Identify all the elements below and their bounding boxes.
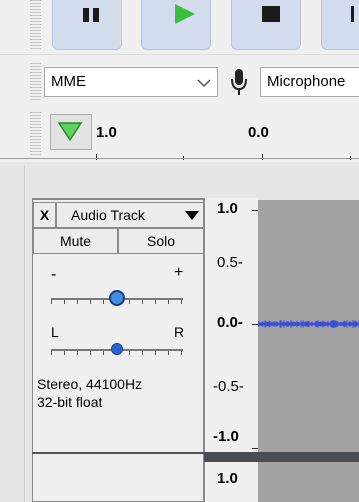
pan-slider[interactable] (51, 342, 183, 358)
chevron-down-icon (197, 79, 211, 88)
stop-button[interactable] (231, 0, 301, 50)
transport-toolbar (0, 0, 359, 54)
play-head-triangle-icon (57, 122, 83, 141)
vertical-amplitude-ruler-ch2[interactable]: 1.0 (204, 462, 258, 502)
play-button[interactable] (141, 0, 211, 50)
pan-left-label: L (51, 324, 59, 340)
solo-label: Solo (146, 233, 176, 249)
timeline-ruler[interactable]: 1.0 0.0 (0, 106, 359, 162)
mute-label: Mute (59, 233, 92, 249)
gain-plus-label: + (174, 264, 184, 281)
track-separator (32, 452, 204, 454)
waveform-display[interactable] (257, 200, 359, 452)
track-bit-depth-info: 32-bit float (37, 394, 103, 410)
gain-slider-thumb[interactable] (109, 290, 125, 306)
recording-device-select[interactable]: Microphone (260, 67, 359, 97)
track-format-info: Stereo, 44100Hz (37, 376, 143, 392)
microphone-icon (231, 69, 247, 95)
play-icon (175, 4, 195, 24)
track-name-menu[interactable]: Audio Track (56, 202, 204, 228)
close-track-label: X (39, 207, 50, 223)
recording-device-value: Microphone (267, 73, 346, 90)
ruler-divider (0, 158, 359, 159)
vruler-label-zero: 0.0- (217, 314, 243, 331)
toolbar-grip (30, 112, 41, 156)
audio-host-value: MME (51, 73, 86, 90)
close-track-button[interactable]: X (33, 202, 56, 228)
mute-button[interactable]: Mute (33, 228, 118, 254)
vruler-label-half: 0.5- (217, 254, 243, 271)
solo-button[interactable]: Solo (118, 228, 204, 254)
vruler-label-neg-half: -0.5- (213, 378, 244, 395)
pan-slider-thumb[interactable] (111, 343, 123, 355)
vruler-label-top: 1.0 (217, 200, 238, 217)
caret-down-icon (185, 211, 199, 220)
ruler-tick (96, 154, 97, 160)
vruler-label-bottom: -1.0 (213, 428, 239, 445)
pan-right-label: R (174, 324, 185, 340)
toolbar-grip[interactable] (30, 0, 41, 50)
track-name: Audio Track (71, 207, 145, 223)
toolbar-grip[interactable] (30, 63, 41, 101)
pause-icon (83, 8, 99, 22)
waveform (257, 320, 359, 328)
audio-host-select[interactable]: MME (44, 67, 218, 97)
device-toolbar: MME Microphone (0, 54, 359, 106)
vruler2-label-top: 1.0 (217, 470, 238, 487)
waveform-display-ch2[interactable] (258, 462, 359, 502)
ruler-label-1: 1.0 (96, 124, 117, 141)
skip-icon (351, 6, 354, 22)
left-margin-line (24, 165, 25, 502)
stop-icon (262, 6, 280, 22)
play-head-button[interactable] (50, 114, 92, 150)
gain-slider[interactable] (51, 290, 183, 308)
skip-to-start-button[interactable] (321, 0, 359, 50)
ruler-label-0: 0.0 (248, 124, 269, 141)
channel-separator (204, 452, 359, 462)
gain-minus-label: - (51, 266, 57, 283)
pause-button[interactable] (52, 0, 122, 50)
track-control-panel: X Audio Track Mute Solo - + L R Stereo, … (32, 198, 204, 502)
ruler-tick (262, 154, 263, 160)
